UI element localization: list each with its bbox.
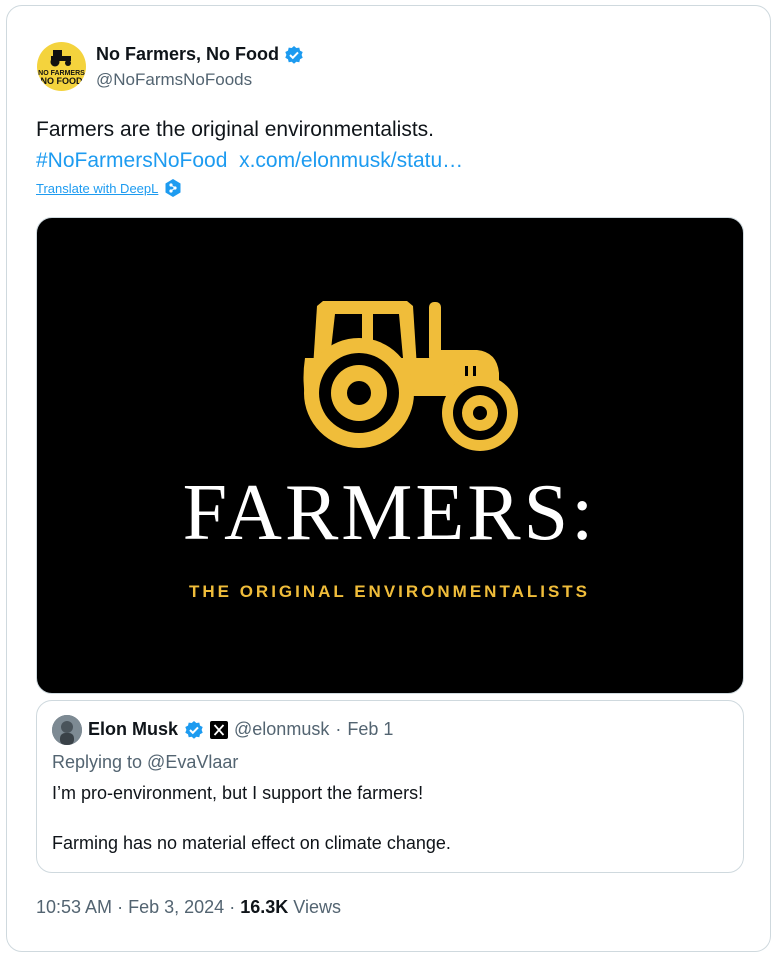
verified-badge-icon — [185, 720, 203, 739]
tweet-media-image[interactable] — [36, 217, 744, 694]
quoted-header: Elon Musk @elonmusk · Feb 1 — [88, 719, 393, 740]
views-count: 16.3K — [240, 897, 289, 917]
tweet-links-row: #NoFarmersNoFood x.com/elonmusk/statu… — [36, 145, 463, 176]
author-display-name[interactable]: No Farmers, No Food — [96, 44, 279, 65]
translate-label: Translate with DeepL — [36, 180, 159, 196]
tweet-time[interactable]: 10:53 AM — [36, 897, 112, 917]
quoted-handle[interactable]: @elonmusk — [234, 719, 329, 740]
avatar-photo-icon — [52, 715, 82, 745]
tweet-footer: 10:53 AM · Feb 3, 2024 · 16.3K Views — [36, 897, 341, 918]
deepl-icon — [165, 179, 181, 197]
quoted-display-name[interactable]: Elon Musk — [88, 719, 178, 740]
media-subheadline: THE ORIGINAL ENVIRONMENTALISTS — [188, 582, 591, 601]
verified-badge-icon — [285, 45, 303, 64]
quoted-text-line1: I’m pro-environment, but I support the f… — [52, 783, 424, 803]
author-avatar[interactable]: NO FARMERS NO FOOD — [37, 42, 86, 91]
media-headline: FARMERS: — [182, 469, 597, 557]
footer-separator: · — [117, 897, 124, 917]
author-handle[interactable]: @NoFarmsNoFoods — [96, 70, 252, 90]
tweet-text: Farmers are the original environmentalis… — [36, 118, 434, 141]
avatar-text-line2: NO FOOD — [40, 76, 83, 86]
author-name-row[interactable]: No Farmers, No Food — [96, 44, 304, 65]
tractor-icon — [303, 301, 518, 451]
x-affiliation-icon — [210, 720, 229, 739]
views-label: Views — [293, 897, 341, 917]
quoted-text-line2: Farming has no material effect on climat… — [52, 833, 451, 853]
translate-button[interactable]: Translate with DeepL — [36, 179, 181, 197]
quoted-date[interactable]: Feb 1 — [347, 719, 393, 740]
status-link[interactable]: x.com/elonmusk/statu… — [239, 149, 463, 172]
hashtag-link[interactable]: #NoFarmersNoFood — [36, 149, 227, 172]
footer-separator: · — [229, 897, 236, 917]
quoted-author-avatar[interactable] — [52, 715, 82, 745]
quoted-separator: · — [335, 719, 342, 739]
quoted-replying-to: Replying to @EvaVlaar — [52, 752, 239, 772]
tweet-date[interactable]: Feb 3, 2024 — [128, 897, 224, 917]
